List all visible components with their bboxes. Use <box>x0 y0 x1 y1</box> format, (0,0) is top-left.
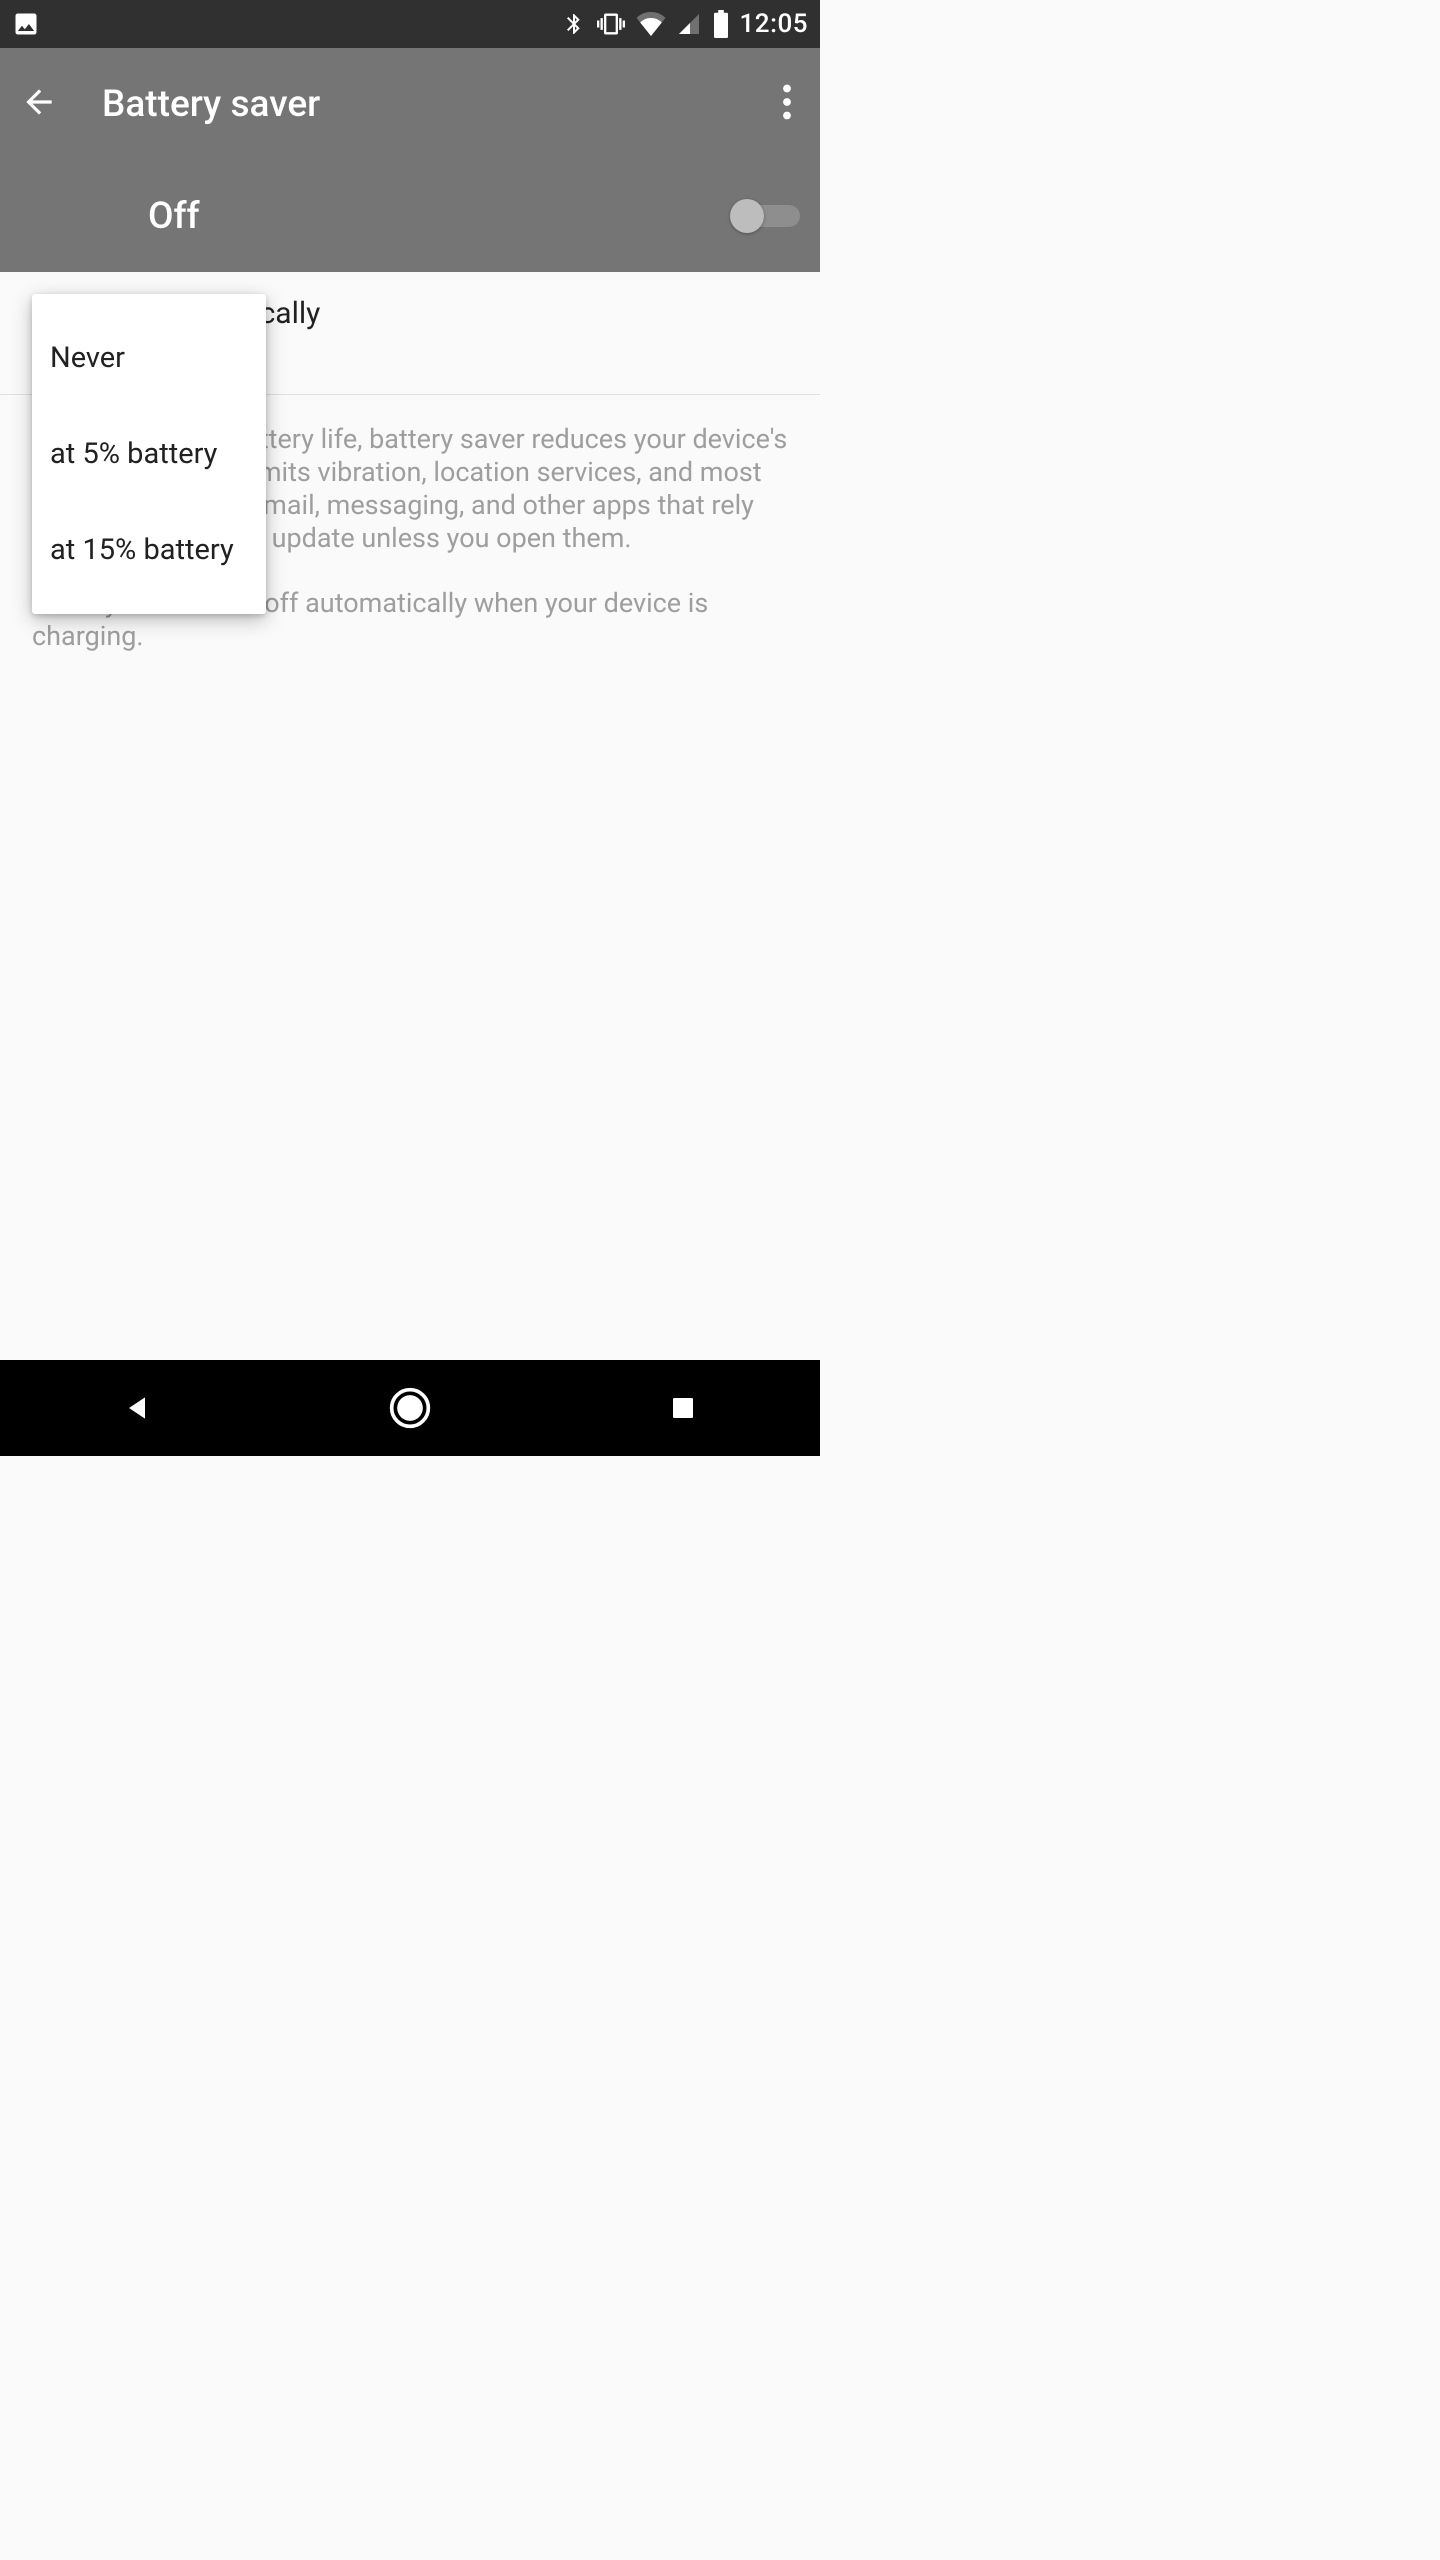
battery-saver-switch[interactable] <box>730 197 800 235</box>
nav-recents-button[interactable] <box>623 1378 743 1438</box>
option-15pct[interactable]: at 15% battery <box>32 502 266 598</box>
battery-saver-toggle-row[interactable]: Off <box>0 160 820 272</box>
overflow-menu-button[interactable] <box>774 76 800 132</box>
page-title: Battery saver <box>102 83 774 126</box>
app-bar: Battery saver <box>0 48 820 160</box>
vibrate-icon <box>596 10 626 38</box>
status-bar: 12:05 <box>0 0 820 48</box>
status-clock: 12:05 <box>740 9 808 39</box>
bluetooth-icon <box>562 10 586 38</box>
nav-home-button[interactable] <box>350 1378 470 1438</box>
cell-signal-icon <box>676 12 702 36</box>
option-5pct[interactable]: at 5% battery <box>32 406 266 502</box>
auto-on-options-popup: Never at 5% battery at 15% battery <box>32 294 266 614</box>
back-button[interactable] <box>20 83 58 125</box>
nav-back-button[interactable] <box>77 1378 197 1438</box>
system-nav-bar <box>0 1360 820 1456</box>
wifi-icon <box>636 12 666 36</box>
picture-icon <box>12 10 40 38</box>
toggle-state-label: Off <box>148 195 730 238</box>
battery-icon <box>712 10 730 38</box>
option-never[interactable]: Never <box>32 310 266 406</box>
switch-thumb <box>730 199 764 233</box>
